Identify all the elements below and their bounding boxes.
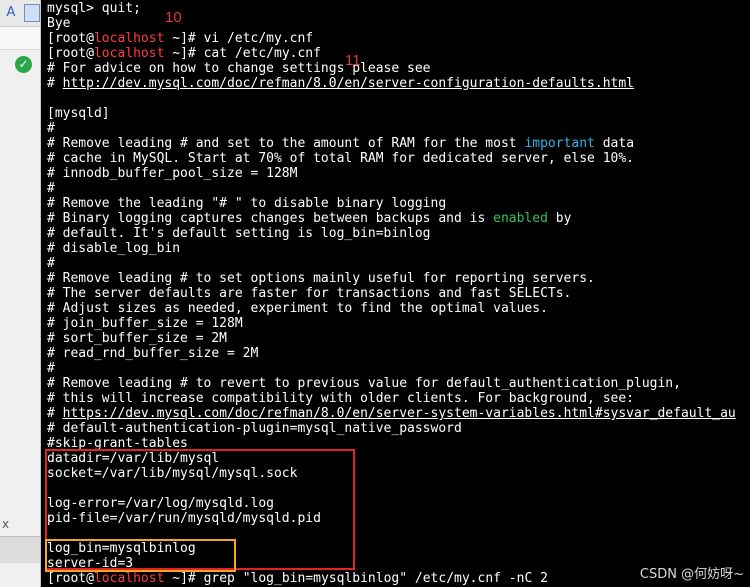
terminal-line: mysql> quit; [47,1,141,16]
annotation-number-11: 11 [345,52,361,69]
highlighted-keyword: enabled [493,211,548,226]
prompt-suffix: ~]# [164,31,204,46]
comment-text: # Remove leading # and set to the amount… [47,136,525,151]
command-text: cat /etc/my.cnf [203,46,321,61]
check-icon[interactable]: ✓ [15,56,32,73]
terminal-line: # innodb_buffer_pool_size = 128M [47,166,298,181]
app-a-icon[interactable]: A [2,4,20,22]
terminal-line: [mysqld] [47,106,110,121]
terminal-line: # [47,256,55,271]
command-text: grep "log_bin=mysqlbinlog" /etc/my.cnf -… [203,571,548,586]
terminal-prompt-line: [root@localhost ~]# cat /etc/my.cnf [47,46,321,61]
comment-text: data [594,136,635,151]
prompt-host: localhost [93,46,165,61]
terminal-line: # For advice on how to change settings p… [47,61,431,76]
terminal-line: # Adjust sizes as needed, experiment to … [47,301,548,316]
terminal-line: # The server defaults are faster for tra… [47,286,572,301]
comment-prefix: # [47,406,63,421]
toolbar-row: A [0,0,40,27]
terminal-prompt-line: [root@localhost ~]# grep "log_bin=mysqlb… [47,571,548,586]
terminal-line: # Remove the leading "# " to disable bin… [47,196,447,211]
annotation-number-10: 10 [165,9,182,26]
close-marker-icon[interactable]: x [2,517,9,531]
terminal-line: # Remove leading # and set to the amount… [47,136,634,151]
terminal-line: # disable_log_bin [47,241,181,256]
prompt-suffix: ~]# [164,571,204,586]
terminal-line: # sort_buffer_size = 2M [47,331,228,346]
prompt-user: [root@ [47,31,94,46]
terminal-line: # Remove leading # to set options mainly… [47,271,595,286]
terminal-line: # cache in MySQL. Start at 70% of total … [47,151,634,166]
terminal-line: # [47,181,55,196]
prompt-suffix: ~]# [164,46,204,61]
terminal-line: # this will increase compatibility with … [47,391,634,406]
background-window-strip: A ✓ x [0,0,41,587]
terminal-line: # Binary logging captures changes betwee… [47,211,571,226]
status-row: ✓ [0,27,40,73]
prompt-host: localhost [93,31,165,46]
prompt-user: [root@ [47,571,94,586]
terminal-prompt-line: [root@localhost ~]# vi /etc/my.cnf [47,31,313,46]
highlighted-keyword: important [524,136,595,151]
terminal-line: Bye [47,16,71,31]
terminal-line: # [47,121,55,136]
terminal-line: # default. It's default setting is log_b… [47,226,431,241]
terminal-line: # Remove leading # to revert to previous… [47,376,681,391]
terminal-line: # https://dev.mysql.com/doc/refman/8.0/e… [47,406,736,421]
watermark: CSDN @何妨呀~ [639,567,744,582]
doc-link[interactable]: http://dev.mysql.com/doc/refman/8.0/en/s… [63,76,634,91]
comment-text: # Binary logging captures changes betwee… [47,211,494,226]
terminal-line: # http://dev.mysql.com/doc/refman/8.0/en… [47,76,634,91]
terminal-line: # join_buffer_size = 128M [47,316,243,331]
terminal-line: # default-authentication-plugin=mysql_na… [47,421,462,436]
highlight-box-binlog [45,539,236,572]
doc-link[interactable]: https://dev.mysql.com/doc/refman/8.0/en/… [63,406,736,421]
comment-prefix: # [47,76,63,91]
prompt-host: localhost [93,571,165,586]
command-text: vi /etc/my.cnf [203,31,314,46]
window-icon[interactable] [24,4,40,22]
terminal-line: # read_rnd_buffer_size = 2M [47,346,259,361]
panel-scroll-button[interactable] [0,536,40,563]
prompt-user: [root@ [47,46,94,61]
terminal-line: # [47,361,55,376]
comment-text: by [547,211,572,226]
